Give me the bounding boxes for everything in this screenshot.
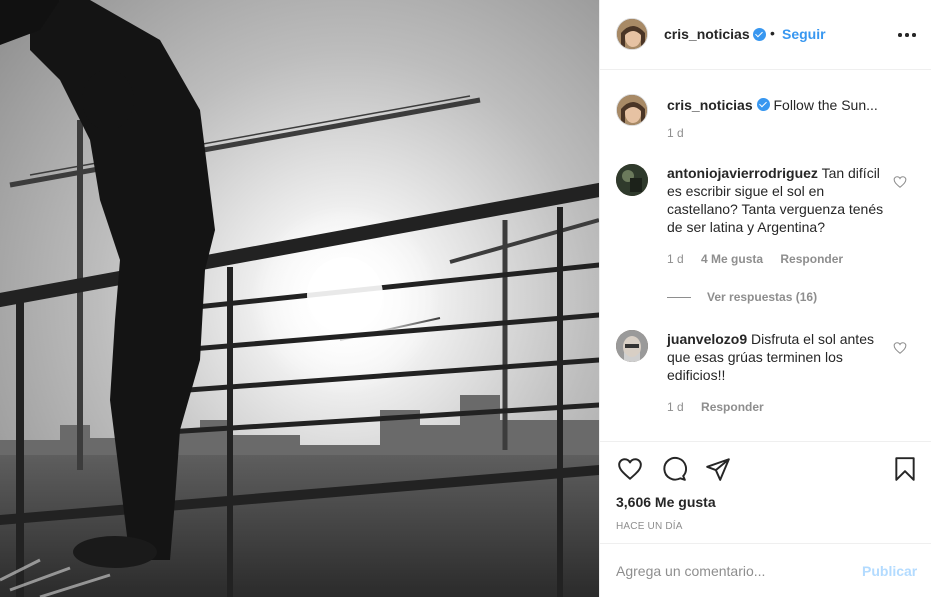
avatar[interactable] [616, 94, 648, 126]
post-image[interactable] [0, 0, 599, 597]
comment-text-block: juanvelozo9 Disfruta el sol antes que es… [667, 330, 887, 384]
heart-icon[interactable] [617, 456, 643, 482]
verified-badge-icon [753, 28, 766, 41]
caption-age[interactable]: 1 d [667, 126, 684, 140]
publish-button[interactable]: Publicar [862, 563, 917, 579]
avatar[interactable] [616, 330, 648, 362]
likes-count[interactable]: 3,606 Me gusta [616, 494, 716, 510]
caption-text: Follow the Sun... [773, 97, 878, 113]
comments-list[interactable]: cris_noticias Follow the Sun... 1 d anto… [600, 71, 931, 441]
comment-username[interactable]: antoniojavierrodriguez [667, 165, 818, 181]
reply-button[interactable]: Responder [701, 400, 764, 414]
avatar[interactable] [616, 18, 648, 50]
avatar-image [616, 330, 648, 362]
comment-username[interactable]: juanvelozo9 [667, 331, 747, 347]
post-timestamp[interactable]: HACE UN DÍA [616, 521, 683, 532]
comment-meta: 1 d Responder [667, 400, 778, 414]
avatar[interactable] [616, 164, 648, 196]
comment-text-block: antoniojavierrodriguez Tan difícil es es… [667, 164, 887, 236]
verified-badge-icon [756, 98, 770, 111]
caption: cris_noticias Follow the Sun... 1 d [616, 94, 916, 144]
more-options-icon[interactable] [896, 24, 920, 44]
reply-button[interactable]: Responder [780, 252, 843, 266]
post-header: cris_noticias • Seguir [600, 0, 931, 70]
replies-divider [667, 297, 691, 299]
comment-likes[interactable]: 4 Me gusta [701, 252, 763, 266]
post-actions: 3,606 Me gusta HACE UN DÍA [600, 441, 931, 543]
comment-age[interactable]: 1 d [667, 252, 684, 266]
share-icon[interactable] [705, 456, 731, 482]
comment-like-heart-icon[interactable] [893, 341, 907, 355]
comment-like-heart-icon[interactable] [893, 175, 907, 189]
post-author-username[interactable]: cris_noticias [664, 26, 750, 42]
caption-meta: 1 d [667, 126, 698, 140]
separator-dot: • [770, 25, 775, 41]
follow-button[interactable]: Seguir [782, 26, 826, 42]
comment-item: antoniojavierrodriguez Tan difícil es es… [616, 164, 916, 304]
caption-text-block: cris_noticias Follow the Sun... [667, 96, 907, 114]
comment-age[interactable]: 1 d [667, 400, 684, 414]
post-photo [0, 0, 599, 597]
view-replies-button[interactable]: Ver respuestas (16) [667, 290, 817, 304]
comment-icon[interactable] [661, 456, 687, 482]
comment-item: juanvelozo9 Disfruta el sol antes que es… [616, 330, 916, 420]
caption-username[interactable]: cris_noticias [667, 97, 753, 113]
comment-input[interactable] [616, 560, 846, 582]
post-side-panel: cris_noticias • Seguir cris_noticias Fol… [599, 0, 931, 597]
avatar-image [617, 19, 647, 49]
comment-meta: 1 d 4 Me gusta Responder [667, 252, 857, 266]
avatar-image [616, 164, 648, 196]
comment-composer: Publicar [600, 543, 931, 597]
view-replies-label: Ver respuestas (16) [707, 290, 818, 304]
avatar-image [617, 95, 647, 125]
bookmark-icon[interactable] [892, 456, 918, 482]
